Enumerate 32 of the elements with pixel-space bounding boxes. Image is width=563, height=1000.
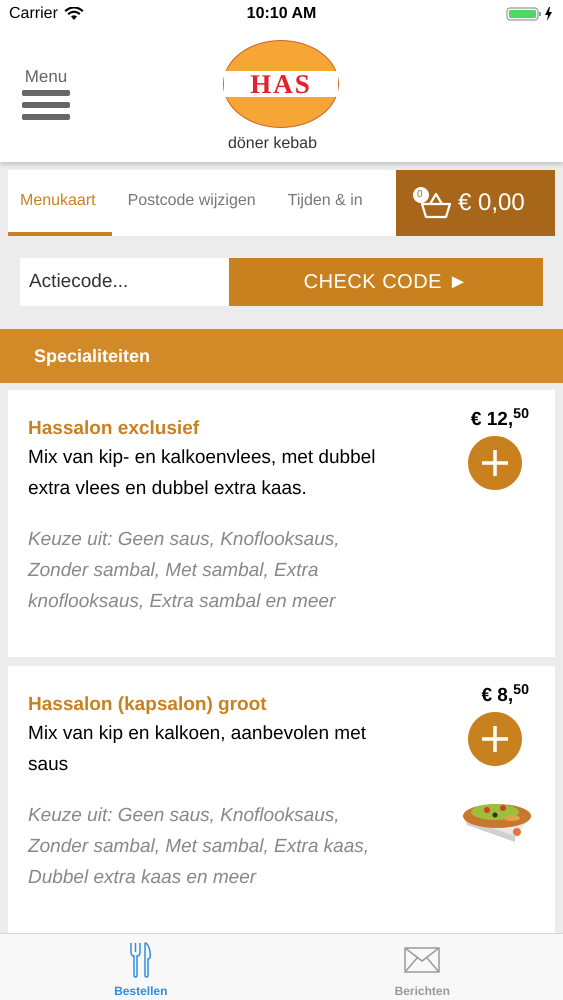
check-code-button[interactable]: CHECK CODE ► — [229, 258, 543, 306]
product-description: Mix van kip en kalkoen, aanbevolen met saus — [28, 722, 367, 777]
product-options: Keuze uit: Geen saus, Knoflooksaus, Zonder sambal, Met sambal, Extra kaas, Dubbel extra kaas en meer — [28, 800, 399, 893]
tab-bar-item[interactable]: Bestellen — [0, 934, 282, 1000]
menu-tab[interactable]: Postcode wijzigen — [112, 170, 272, 236]
cart-button[interactable]: 0 € 0,00 — [396, 170, 555, 236]
menu-tab[interactable]: Menukaart — [8, 170, 112, 236]
promo-code-field[interactable]: Actiecode... — [20, 258, 229, 306]
product-name: Hassalon exclusief — [28, 417, 200, 441]
wifi-icon — [64, 7, 84, 21]
product-name: Hassalon (kapsalon) groot — [28, 693, 268, 717]
logo-text: HAS — [250, 70, 312, 98]
product-price: € 8,$^{50}$ — [481, 684, 529, 708]
battery-icon — [506, 6, 554, 22]
menu-button[interactable]: Menu — [22, 68, 70, 120]
cutlery-icon — [128, 942, 153, 978]
cart-count: 0 — [417, 188, 423, 202]
plus-icon — [480, 448, 510, 478]
add-button[interactable] — [468, 436, 522, 490]
product-options: Keuze uit: Geen saus, Knoflooksaus, Zonder sambal, Met sambal, Extra knoflooksaus, Extra sambal en meer — [28, 524, 399, 617]
menu-icon — [22, 90, 70, 120]
section-title: Specialiteiten — [34, 344, 150, 368]
cart-total: € 0,00 — [458, 188, 525, 218]
product-price: € 12,$^{50}$ — [470, 408, 529, 432]
logo-subtitle: döner kebab — [228, 134, 317, 154]
product-description: Mix van kip- en kalkoenvlees, met dubbel extra vlees en dubbel extra kaas. — [28, 446, 376, 501]
tab-bar-item[interactable]: Berichten — [282, 934, 563, 1000]
plus-icon — [480, 724, 510, 754]
add-button[interactable] — [468, 712, 522, 766]
carrier-text: Carrier — [9, 4, 58, 24]
clock-text: 10:10 AM — [246, 4, 316, 24]
menu-tab[interactable]: Tijden & in — [272, 170, 379, 236]
